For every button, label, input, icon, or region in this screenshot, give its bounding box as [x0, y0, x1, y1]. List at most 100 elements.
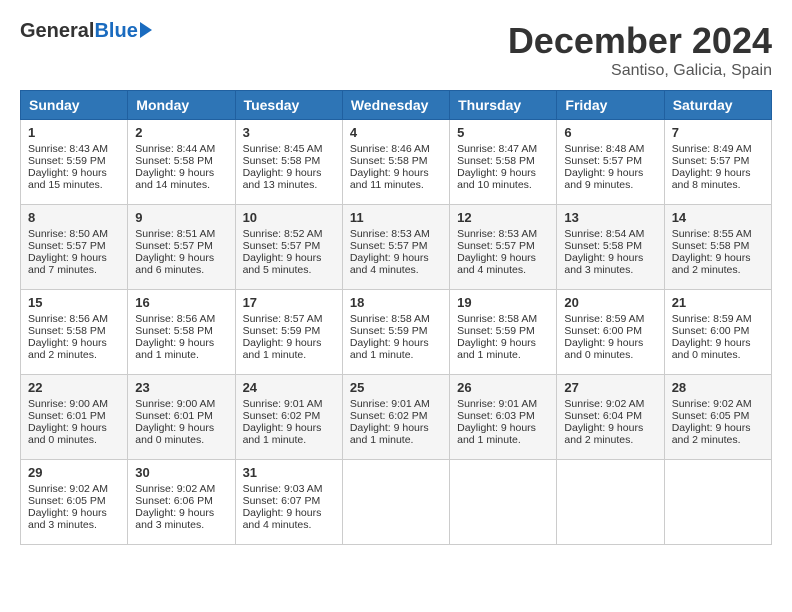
day-number: 13 [564, 210, 656, 225]
calendar-cell: 10 Sunrise: 8:52 AM Sunset: 5:57 PM Dayl… [235, 205, 342, 290]
sunrise-text: Sunrise: 9:01 AM [457, 398, 537, 410]
location-text: Santiso, Galicia, Spain [508, 62, 772, 80]
calendar-cell: 6 Sunrise: 8:48 AM Sunset: 5:57 PM Dayli… [557, 120, 664, 205]
day-number: 5 [457, 125, 549, 140]
logo-general-text: General [20, 20, 94, 43]
sunset-text: Sunset: 5:59 PM [457, 325, 535, 337]
sunset-text: Sunset: 5:58 PM [457, 155, 535, 167]
sunrise-text: Sunrise: 8:43 AM [28, 143, 108, 155]
calendar-week-row: 29 Sunrise: 9:02 AM Sunset: 6:05 PM Dayl… [21, 460, 772, 545]
logo: General Blue [20, 20, 152, 43]
calendar-cell: 26 Sunrise: 9:01 AM Sunset: 6:03 PM Dayl… [450, 375, 557, 460]
sunrise-text: Sunrise: 8:47 AM [457, 143, 537, 155]
day-number: 28 [672, 380, 764, 395]
sunrise-text: Sunrise: 8:59 AM [672, 313, 752, 325]
sunrise-text: Sunrise: 8:55 AM [672, 228, 752, 240]
sunrise-text: Sunrise: 8:48 AM [564, 143, 644, 155]
calendar-cell: 24 Sunrise: 9:01 AM Sunset: 6:02 PM Dayl… [235, 375, 342, 460]
sunset-text: Sunset: 5:58 PM [28, 325, 106, 337]
calendar-cell [342, 460, 449, 545]
weekday-header: Friday [557, 91, 664, 120]
sunrise-text: Sunrise: 8:50 AM [28, 228, 108, 240]
calendar-cell: 8 Sunrise: 8:50 AM Sunset: 5:57 PM Dayli… [21, 205, 128, 290]
daylight-label: Daylight: 9 hours and 11 minutes. [350, 167, 429, 191]
calendar-cell [450, 460, 557, 545]
page-header: General Blue December 2024 Santiso, Gali… [20, 20, 772, 80]
sunrise-text: Sunrise: 8:46 AM [350, 143, 430, 155]
calendar-cell [664, 460, 771, 545]
sunset-text: Sunset: 6:00 PM [672, 325, 750, 337]
sunset-text: Sunset: 6:00 PM [564, 325, 642, 337]
sunrise-text: Sunrise: 8:54 AM [564, 228, 644, 240]
sunrise-text: Sunrise: 8:57 AM [243, 313, 323, 325]
daylight-label: Daylight: 9 hours and 4 minutes. [457, 252, 536, 276]
sunset-text: Sunset: 5:57 PM [672, 155, 750, 167]
sunset-text: Sunset: 5:57 PM [564, 155, 642, 167]
calendar-cell: 29 Sunrise: 9:02 AM Sunset: 6:05 PM Dayl… [21, 460, 128, 545]
sunset-text: Sunset: 5:58 PM [350, 155, 428, 167]
daylight-label: Daylight: 9 hours and 15 minutes. [28, 167, 107, 191]
calendar-week-row: 15 Sunrise: 8:56 AM Sunset: 5:58 PM Dayl… [21, 290, 772, 375]
sunrise-text: Sunrise: 8:51 AM [135, 228, 215, 240]
calendar-cell: 19 Sunrise: 8:58 AM Sunset: 5:59 PM Dayl… [450, 290, 557, 375]
sunset-text: Sunset: 6:07 PM [243, 495, 321, 507]
daylight-label: Daylight: 9 hours and 0 minutes. [135, 422, 214, 446]
day-number: 1 [28, 125, 120, 140]
calendar-cell: 17 Sunrise: 8:57 AM Sunset: 5:59 PM Dayl… [235, 290, 342, 375]
calendar-cell: 11 Sunrise: 8:53 AM Sunset: 5:57 PM Dayl… [342, 205, 449, 290]
month-title: December 2024 [508, 20, 772, 62]
daylight-label: Daylight: 9 hours and 2 minutes. [564, 422, 643, 446]
day-number: 12 [457, 210, 549, 225]
weekday-header: Tuesday [235, 91, 342, 120]
day-number: 10 [243, 210, 335, 225]
sunset-text: Sunset: 6:06 PM [135, 495, 213, 507]
sunrise-text: Sunrise: 9:02 AM [564, 398, 644, 410]
sunset-text: Sunset: 6:02 PM [243, 410, 321, 422]
sunrise-text: Sunrise: 8:59 AM [564, 313, 644, 325]
sunrise-text: Sunrise: 8:52 AM [243, 228, 323, 240]
day-number: 21 [672, 295, 764, 310]
calendar-cell: 20 Sunrise: 8:59 AM Sunset: 6:00 PM Dayl… [557, 290, 664, 375]
sunset-text: Sunset: 5:59 PM [350, 325, 428, 337]
weekday-header: Saturday [664, 91, 771, 120]
sunset-text: Sunset: 5:58 PM [243, 155, 321, 167]
sunrise-text: Sunrise: 9:03 AM [243, 483, 323, 495]
calendar-cell: 9 Sunrise: 8:51 AM Sunset: 5:57 PM Dayli… [128, 205, 235, 290]
calendar-cell: 31 Sunrise: 9:03 AM Sunset: 6:07 PM Dayl… [235, 460, 342, 545]
calendar-cell: 25 Sunrise: 9:01 AM Sunset: 6:02 PM Dayl… [342, 375, 449, 460]
sunrise-text: Sunrise: 9:02 AM [135, 483, 215, 495]
sunset-text: Sunset: 5:58 PM [135, 325, 213, 337]
daylight-label: Daylight: 9 hours and 0 minutes. [28, 422, 107, 446]
calendar-cell: 15 Sunrise: 8:56 AM Sunset: 5:58 PM Dayl… [21, 290, 128, 375]
day-number: 29 [28, 465, 120, 480]
sunset-text: Sunset: 6:04 PM [564, 410, 642, 422]
daylight-label: Daylight: 9 hours and 4 minutes. [350, 252, 429, 276]
day-number: 26 [457, 380, 549, 395]
daylight-label: Daylight: 9 hours and 0 minutes. [672, 337, 751, 361]
sunset-text: Sunset: 5:59 PM [243, 325, 321, 337]
sunrise-text: Sunrise: 8:53 AM [350, 228, 430, 240]
daylight-label: Daylight: 9 hours and 13 minutes. [243, 167, 322, 191]
sunrise-text: Sunrise: 9:02 AM [28, 483, 108, 495]
day-number: 9 [135, 210, 227, 225]
sunset-text: Sunset: 6:01 PM [28, 410, 106, 422]
daylight-label: Daylight: 9 hours and 14 minutes. [135, 167, 214, 191]
daylight-label: Daylight: 9 hours and 6 minutes. [135, 252, 214, 276]
daylight-label: Daylight: 9 hours and 7 minutes. [28, 252, 107, 276]
daylight-label: Daylight: 9 hours and 4 minutes. [243, 507, 322, 531]
calendar-week-row: 1 Sunrise: 8:43 AM Sunset: 5:59 PM Dayli… [21, 120, 772, 205]
calendar-cell: 30 Sunrise: 9:02 AM Sunset: 6:06 PM Dayl… [128, 460, 235, 545]
sunrise-text: Sunrise: 8:56 AM [28, 313, 108, 325]
day-number: 11 [350, 210, 442, 225]
day-number: 30 [135, 465, 227, 480]
daylight-label: Daylight: 9 hours and 0 minutes. [564, 337, 643, 361]
logo-arrow-icon [140, 22, 152, 38]
sunset-text: Sunset: 6:01 PM [135, 410, 213, 422]
sunrise-text: Sunrise: 9:01 AM [243, 398, 323, 410]
daylight-label: Daylight: 9 hours and 3 minutes. [28, 507, 107, 531]
sunrise-text: Sunrise: 8:56 AM [135, 313, 215, 325]
calendar-cell: 12 Sunrise: 8:53 AM Sunset: 5:57 PM Dayl… [450, 205, 557, 290]
day-number: 6 [564, 125, 656, 140]
day-number: 2 [135, 125, 227, 140]
sunset-text: Sunset: 5:57 PM [457, 240, 535, 252]
